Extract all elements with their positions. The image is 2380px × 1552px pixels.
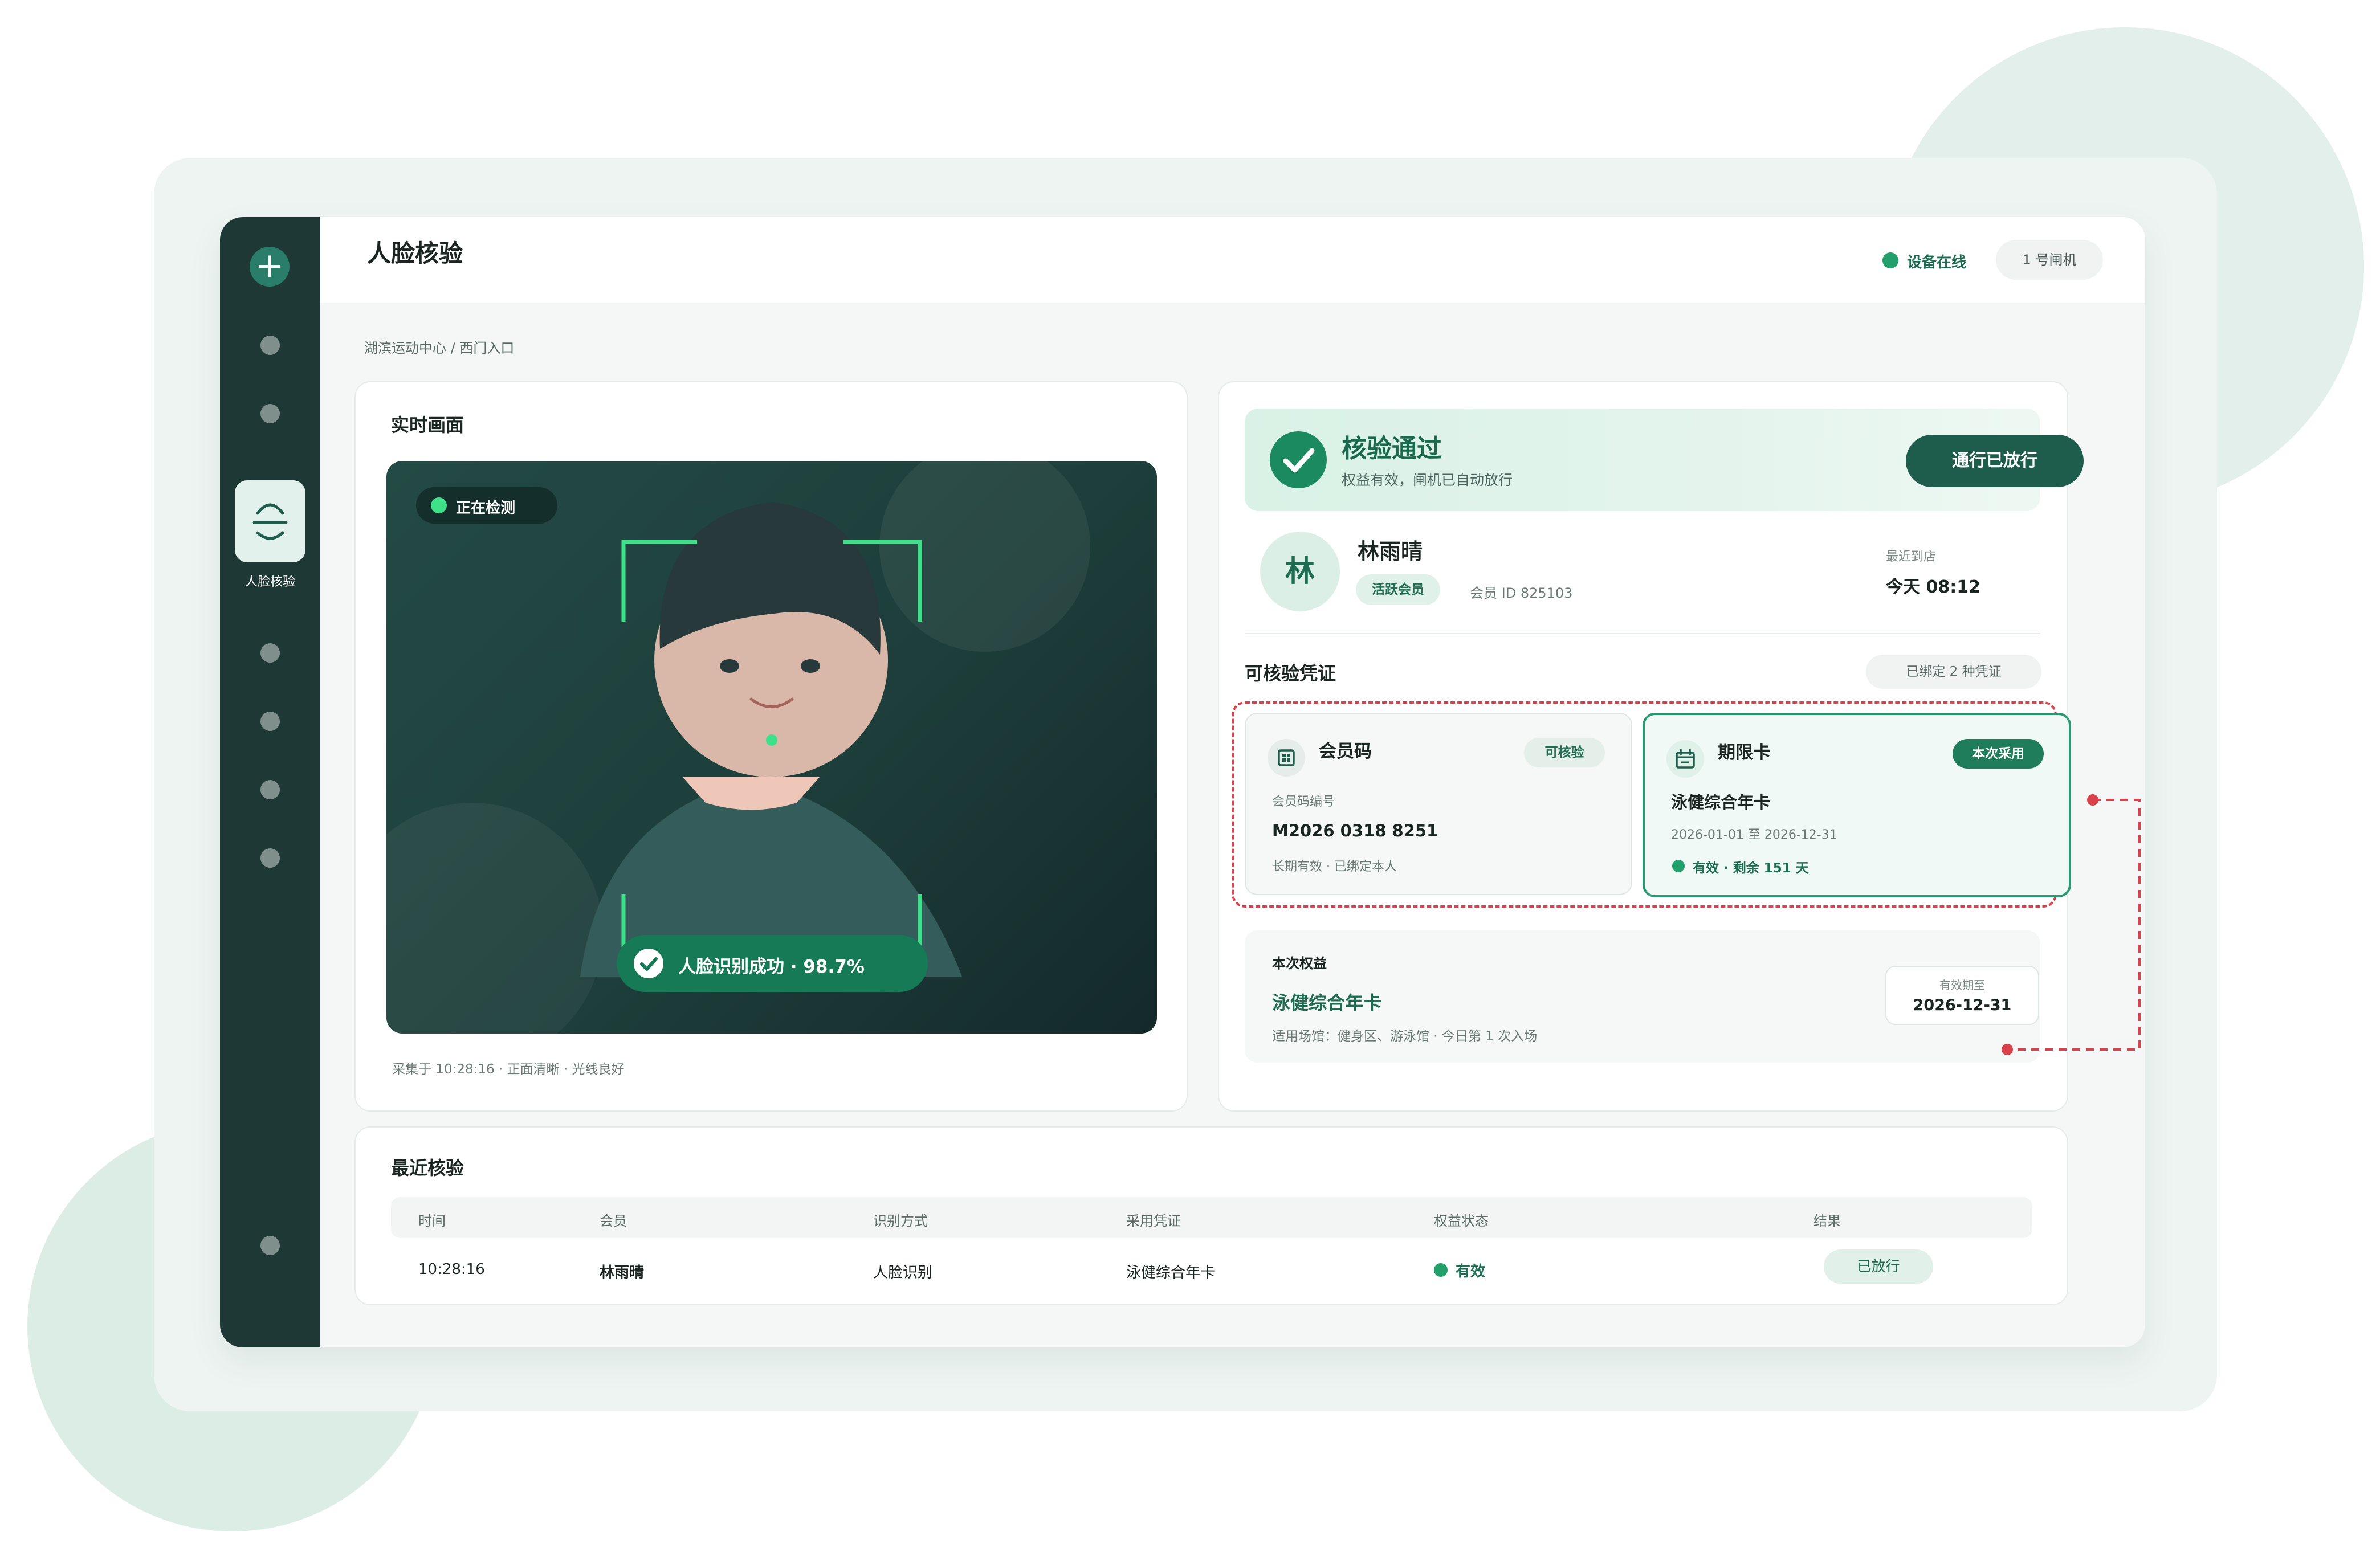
column-header: 结果: [1813, 1213, 1841, 1229]
sidebar-item-4-icon[interactable]: [260, 712, 280, 731]
camera-feed: 正在检测 人脸识别成功 · 98.7%: [386, 461, 1157, 1034]
expiry-box: 有效期至 2026-12-31: [1885, 966, 2039, 1025]
divider: [1245, 633, 2040, 634]
member-id: 会员 ID 825103: [1470, 585, 1573, 601]
face-match-badge: 人脸识别成功 · 98.7%: [617, 935, 928, 992]
pass-banner: 核验通过 权益有效，闸机已自动放行 通行已放行: [1245, 409, 2084, 511]
logo-plus-icon[interactable]: +: [250, 247, 290, 287]
row-member: 林雨晴: [600, 1264, 645, 1281]
row-credential: 泳健综合年卡: [1126, 1264, 1216, 1281]
column-header: 权益状态: [1434, 1213, 1489, 1229]
column-header: 采用凭证: [1126, 1213, 1181, 1229]
column-header: 会员: [600, 1213, 627, 1229]
detecting-text: 正在检测: [456, 500, 516, 517]
verifiable-badge: 可核验: [1524, 738, 1605, 767]
detecting-dot-icon: [431, 497, 447, 513]
column-header: 识别方式: [873, 1213, 928, 1229]
detecting-badge: 正在检测: [416, 487, 557, 524]
qr-code-icon: [1268, 739, 1305, 777]
current-rights-panel: 本次权益 泳健综合年卡 适用场馆：健身区、游泳馆 · 今日第 1 次入场 有效期…: [1245, 930, 2040, 1063]
online-status-icon: [1882, 252, 1898, 268]
pass-subtitle: 权益有效，闸机已自动放行: [1342, 472, 1513, 488]
bound-credentials-badge: 已绑定 2 种凭证: [1866, 655, 2041, 689]
check-circle-icon: [1270, 431, 1327, 488]
member-code-card[interactable]: 会员码 可核验 会员码编号 M2026 0318 8251 长期有效 · 已绑定…: [1245, 713, 1632, 895]
calendar-icon: [1666, 740, 1704, 778]
top-header: 人脸核验 设备在线 1 号闸机: [320, 217, 2145, 303]
breadcrumb: 湖滨运动中心 / 西门入口: [364, 340, 515, 356]
row-method: 人脸识别: [873, 1264, 933, 1281]
sidebar-item-3-icon[interactable]: [260, 643, 280, 663]
member-status-badge: 活跃会员: [1356, 574, 1440, 605]
live-view-title: 实时画面: [391, 414, 464, 436]
used-this-time-badge: 本次采用: [1953, 739, 2044, 769]
member-code-note: 长期有效 · 已绑定本人: [1272, 860, 1397, 874]
rights-name: 泳健综合年卡: [1272, 992, 1382, 1014]
check-circle-icon: [634, 949, 663, 978]
row-time: 10:28:16: [418, 1261, 485, 1278]
sidebar-settings-icon[interactable]: [260, 1236, 280, 1255]
gate-released-button[interactable]: 通行已放行: [1906, 435, 2084, 487]
sidebar-item-2-icon[interactable]: [260, 404, 280, 423]
sidebar: + 人脸核验: [220, 217, 320, 1347]
gate-selector[interactable]: 1 号闸机: [1996, 240, 2103, 280]
face-scan-icon: [252, 503, 288, 540]
period-card-name: 期限卡: [1718, 742, 1771, 763]
valid-status-dot-icon: [1434, 1263, 1448, 1277]
recent-verifications-card: 最近核验 时间 会员 识别方式 采用凭证 权益状态 结果 10:28:16 林雨…: [354, 1126, 2068, 1305]
sidebar-item-1-icon[interactable]: [260, 336, 280, 355]
expiry-value: 2026-12-31: [1913, 996, 2012, 1014]
period-card-product: 泳健综合年卡: [1671, 793, 1771, 812]
last-visit-value: 今天 08:12: [1886, 577, 1980, 597]
valid-status-dot-icon: [1672, 860, 1685, 872]
avatar: 林: [1260, 532, 1340, 611]
pass-title: 核验通过: [1342, 434, 1442, 463]
member-name: 林雨晴: [1358, 539, 1423, 564]
page-title: 人脸核验: [367, 239, 463, 267]
app-window: + 人脸核验 人脸核验 设备在线 1 号闸机 湖滨运动中心 / 西门入口 实时画…: [220, 217, 2145, 1347]
last-visit-label: 最近到店: [1886, 550, 1937, 564]
rights-label: 本次权益: [1272, 955, 1327, 971]
table-header: 时间 会员 识别方式 采用凭证 权益状态 结果: [391, 1197, 2032, 1238]
rights-venues: 适用场馆：健身区、游泳馆 · 今日第 1 次入场: [1272, 1029, 1538, 1044]
period-card[interactable]: 期限卡 本次采用 泳健综合年卡 2026-01-01 至 2026-12-31 …: [1643, 713, 2071, 897]
live-view-card: 实时画面 正在检测 人脸识别成功 · 98.7% 采集于 10:28:16 · …: [354, 381, 1188, 1112]
sidebar-item-6-icon[interactable]: [260, 848, 280, 868]
verification-result-card: 核验通过 权益有效，闸机已自动放行 通行已放行 林 林雨晴 活跃会员 会员 ID…: [1218, 381, 2084, 1112]
capture-caption: 采集于 10:28:16 · 正面清晰 · 光线良好: [392, 1062, 625, 1077]
row-status: 有效: [1456, 1263, 1486, 1280]
sidebar-item-face-verify[interactable]: [235, 480, 305, 562]
sidebar-item-5-icon[interactable]: [260, 780, 280, 799]
expiry-label: 有效期至: [1939, 978, 1985, 992]
period-card-status: 有效 · 剩余 151 天: [1693, 861, 1809, 876]
device-status: 设备在线: [1907, 254, 1967, 271]
period-card-range: 2026-01-01 至 2026-12-31: [1671, 828, 1837, 842]
recent-title: 最近核验: [391, 1157, 464, 1179]
member-code-number-label: 会员码编号: [1272, 795, 1335, 809]
sidebar-item-label: 人脸核验: [244, 575, 295, 589]
credentials-title: 可核验凭证: [1245, 663, 1336, 684]
column-header: 时间: [418, 1213, 446, 1229]
face-match-text: 人脸识别成功 · 98.7%: [678, 957, 865, 977]
member-code-number: M2026 0318 8251: [1272, 821, 1438, 840]
row-result-badge: 已放行: [1824, 1249, 1933, 1284]
member-code-name: 会员码: [1319, 741, 1372, 762]
